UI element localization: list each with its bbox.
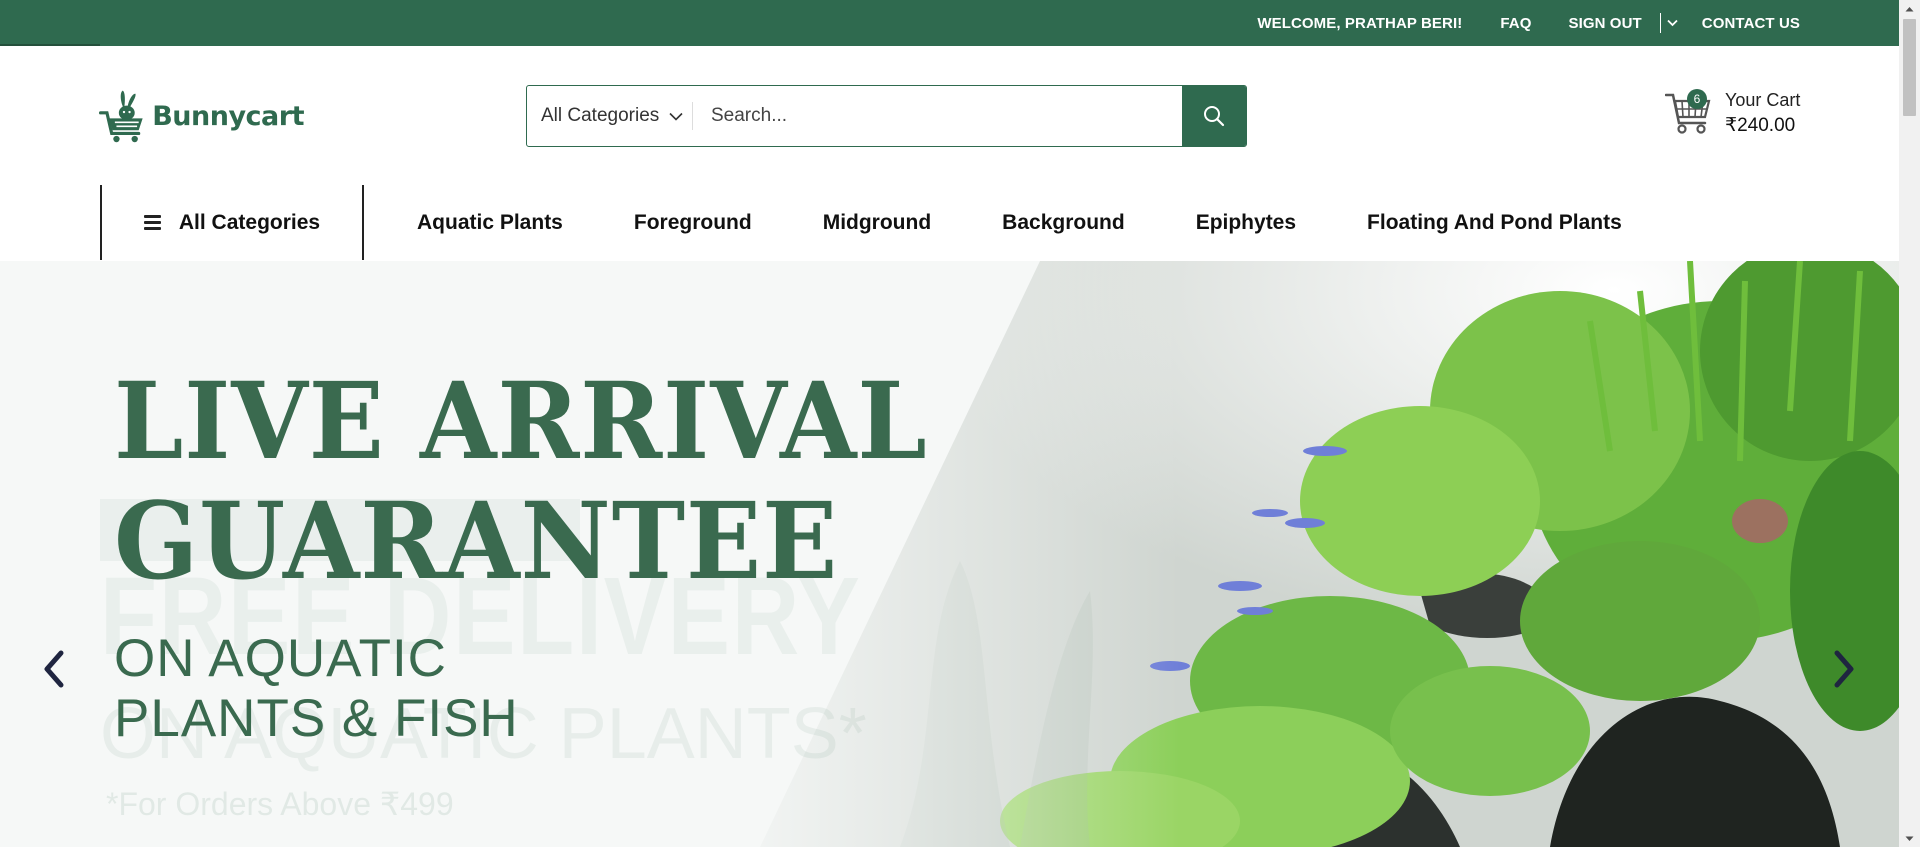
cart-count-badge: 6 xyxy=(1687,89,1707,109)
headline-line-2: GUARANTEE xyxy=(114,478,839,603)
scroll-down-arrow-icon[interactable] xyxy=(1899,830,1920,847)
search-category-select[interactable]: All Categories xyxy=(527,86,693,146)
contact-us-link[interactable]: CONTACT US xyxy=(1702,15,1800,32)
bunny-cart-logo-icon xyxy=(99,90,143,143)
divider xyxy=(1659,13,1661,33)
logo-text: Bunnycart xyxy=(152,100,304,132)
nav-item-midground[interactable]: Midground xyxy=(823,211,931,235)
chevron-right-icon xyxy=(1834,650,1854,688)
nav-item-epiphytes[interactable]: Epiphytes xyxy=(1196,211,1296,235)
subheadline-line-2: PLANTS & FISH xyxy=(114,689,519,748)
search-category-label: All Categories xyxy=(541,105,660,126)
chevron-left-icon xyxy=(44,650,64,688)
nav-item-floating-and-pond-plants[interactable]: Floating And Pond Plants xyxy=(1367,211,1622,235)
nav-item-aquatic-plants[interactable]: Aquatic Plants xyxy=(417,211,563,235)
topbar-accent xyxy=(0,44,100,46)
search-bar: All Categories xyxy=(526,85,1247,147)
main-nav: Aquatic Plants Foreground Midground Back… xyxy=(417,185,1693,260)
hamburger-menu-icon xyxy=(143,215,161,230)
subheadline-line-1: ON AQUATIC xyxy=(114,629,447,688)
hero-headline: LIVE ARRIVAL GUARANTEE ON AQUATIC PLANTS… xyxy=(114,358,989,748)
top-bar: WELCOME, PRATHAP BERI! FAQ SIGN OUT CONT… xyxy=(0,0,1899,46)
faq-link[interactable]: FAQ xyxy=(1500,15,1531,32)
logo[interactable]: Bunnycart xyxy=(99,82,304,150)
scroll-up-arrow-icon[interactable] xyxy=(1899,0,1920,17)
nav-item-background[interactable]: Background xyxy=(1002,211,1125,235)
account-dropdown-chevron-icon[interactable] xyxy=(1667,19,1678,27)
page-scrollbar[interactable] xyxy=(1899,0,1920,847)
sign-out-link[interactable]: SIGN OUT xyxy=(1568,15,1641,32)
search-icon xyxy=(1204,106,1225,127)
carousel-next-button[interactable] xyxy=(1824,639,1864,699)
ghost-orders-note: *For Orders Above ₹499 xyxy=(106,786,454,822)
scroll-thumb[interactable] xyxy=(1903,19,1916,116)
top-links: WELCOME, PRATHAP BERI! FAQ SIGN OUT CONT… xyxy=(1257,0,1800,46)
nav-item-foreground[interactable]: Foreground xyxy=(634,211,752,235)
search-button[interactable] xyxy=(1182,86,1246,146)
cart-label: Your Cart xyxy=(1725,90,1801,110)
carousel-prev-button[interactable] xyxy=(34,639,74,699)
cart-widget[interactable]: 6 Your Cart ₹240.00 xyxy=(1665,85,1805,141)
chevron-down-icon xyxy=(669,112,683,121)
search-input[interactable] xyxy=(693,86,1182,146)
all-categories-label: All Categories xyxy=(178,210,321,234)
hero-banner[interactable]: FREE DELIVERY ON AQUATIC PLANTS* *For Or… xyxy=(0,261,1899,847)
welcome-text: WELCOME, PRATHAP BERI! xyxy=(1257,14,1463,32)
all-categories-menu-button[interactable]: All Categories xyxy=(100,185,364,260)
cart-total: ₹240.00 xyxy=(1725,115,1796,136)
headline-line-1: LIVE ARRIVAL xyxy=(114,358,928,483)
